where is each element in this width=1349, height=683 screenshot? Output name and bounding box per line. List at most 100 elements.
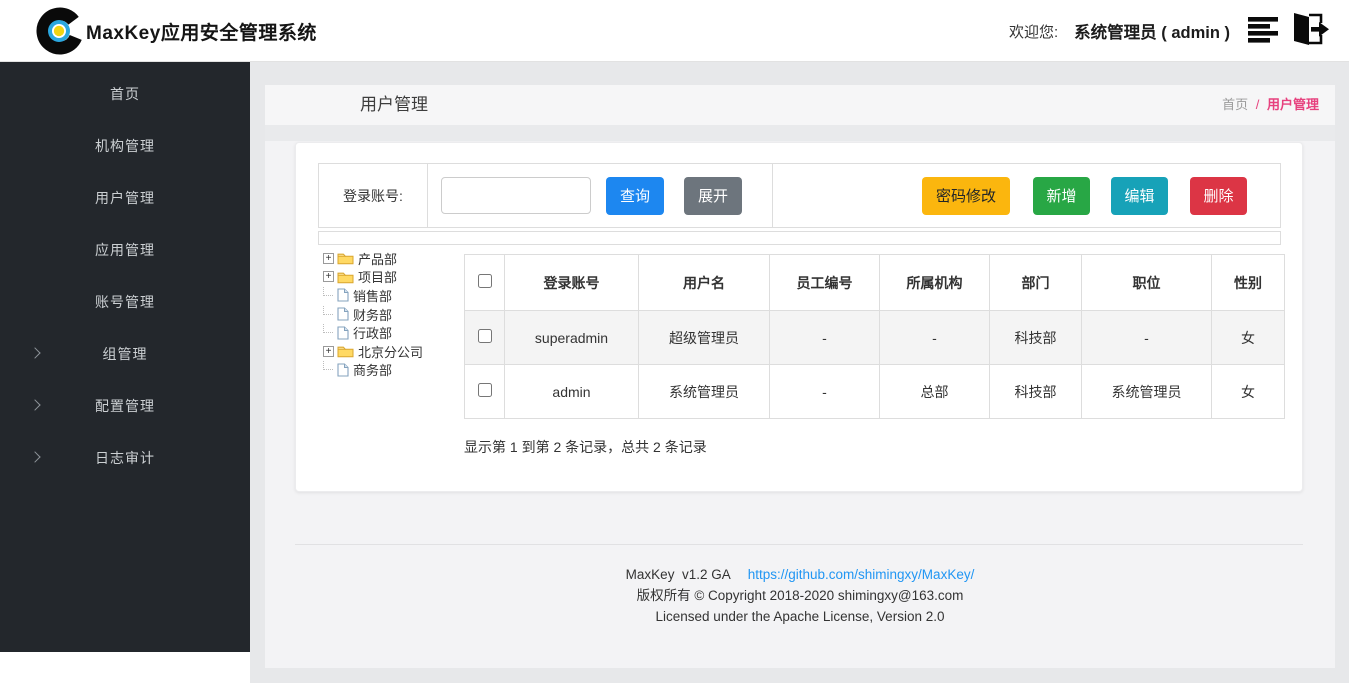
- cell-username: 系统管理员: [639, 365, 770, 419]
- tree-node[interactable]: +: [323, 268, 461, 287]
- sidebar-item[interactable]: 用户管理: [0, 172, 250, 224]
- tree-node[interactable]: +: [323, 323, 461, 342]
- cell-department: 科技部: [990, 365, 1082, 419]
- header-gap-band: [265, 125, 1335, 141]
- breadcrumb: 首页 / 用户管理: [1222, 85, 1319, 125]
- footer-divider: [295, 544, 1303, 545]
- org-tree: +: [323, 249, 461, 379]
- footer-copyright: 版权所有 © Copyright 2018-2020 shimingxy@163…: [265, 585, 1335, 606]
- sidebar-item-label: 用户管理: [95, 188, 155, 208]
- select-all-cell: [465, 255, 505, 311]
- sidebar-item[interactable]: 账号管理: [0, 276, 250, 328]
- tree-node-label: 北京分公司: [358, 342, 423, 361]
- table-row[interactable]: superadmin 超级管理员 - - 科技部 - 女: [465, 311, 1285, 365]
- brand: MaxKey应用安全管理系统: [36, 7, 317, 55]
- search-controls: 查询 展开: [428, 164, 773, 227]
- col-employee-no: 员工编号: [770, 255, 880, 311]
- document-icon: [337, 288, 349, 302]
- sidebar-item-label: 账号管理: [95, 292, 155, 312]
- folder-icon: [337, 344, 354, 358]
- content-wrapper: 用户管理 首页 / 用户管理 登录账号: 查询 展开: [265, 85, 1335, 668]
- tree-node[interactable]: +: [323, 361, 461, 380]
- search-form: 登录账号: 查询 展开 密码修改 新增 编辑 删除: [318, 163, 1281, 228]
- breadcrumb-home-link[interactable]: 首页: [1222, 97, 1248, 112]
- page-title: 用户管理: [360, 85, 428, 125]
- footer-version: MaxKey v1.2 GA: [626, 567, 730, 582]
- cell-username: 超级管理员: [639, 311, 770, 365]
- sidebar-item[interactable]: 组管理: [0, 328, 250, 380]
- cell-gender: 女: [1212, 365, 1285, 419]
- tree-connector: [323, 287, 333, 296]
- password-change-button[interactable]: 密码修改: [922, 177, 1010, 215]
- tree-node[interactable]: +: [323, 286, 461, 305]
- users-table: 登录账号 用户名 员工编号 所属机构 部门 职位 性别: [464, 254, 1285, 419]
- menu-list-icon[interactable]: [1248, 14, 1284, 49]
- sidebar-item[interactable]: 首页: [0, 68, 250, 120]
- document-icon: [337, 363, 349, 377]
- row-checkbox[interactable]: [478, 329, 492, 343]
- login-account-input[interactable]: [441, 177, 591, 214]
- cell-organization: -: [880, 311, 990, 365]
- expand-plus-icon[interactable]: +: [323, 271, 334, 282]
- row-checkbox[interactable]: [478, 383, 492, 397]
- tree-node-label: 商务部: [353, 360, 392, 379]
- document-icon: [337, 326, 349, 340]
- sidebar-item[interactable]: 机构管理: [0, 120, 250, 172]
- cell-employee-no: -: [770, 365, 880, 419]
- chevron-right-icon: [29, 451, 40, 462]
- record-summary: 显示第 1 到第 2 条记录，总共 2 条记录: [464, 437, 707, 457]
- page-footer: MaxKey v1.2 GA https://github.com/shimin…: [265, 564, 1335, 627]
- sidebar-item-label: 配置管理: [95, 396, 155, 416]
- sidebar-item-label: 首页: [110, 84, 140, 104]
- folder-icon: [337, 270, 354, 284]
- footer-license: Licensed under the Apache License, Versi…: [265, 606, 1335, 627]
- tree-node-label: 产品部: [358, 249, 397, 268]
- row-select-cell: [465, 311, 505, 365]
- cell-position: 系统管理员: [1082, 365, 1212, 419]
- folder-icon: [337, 251, 354, 265]
- expand-button[interactable]: 展开: [684, 177, 742, 215]
- col-organization: 所属机构: [880, 255, 990, 311]
- app-window: MaxKey应用安全管理系统 欢迎您: 系统管理员 ( admin ): [0, 0, 1349, 683]
- current-user: 系统管理员 ( admin ): [1074, 19, 1230, 43]
- expand-plus-icon[interactable]: +: [323, 253, 334, 264]
- tree-node[interactable]: +: [323, 249, 461, 268]
- cell-gender: 女: [1212, 311, 1285, 365]
- top-header: MaxKey应用安全管理系统 欢迎您: 系统管理员 ( admin ): [0, 0, 1349, 62]
- add-button[interactable]: 新增: [1033, 177, 1090, 215]
- tree-connector: [323, 361, 333, 370]
- breadcrumb-separator: /: [1256, 97, 1260, 112]
- cell-department: 科技部: [990, 311, 1082, 365]
- cell-login-account: admin: [505, 365, 639, 419]
- table-toolbar-strip: [318, 231, 1281, 245]
- expand-plus-icon[interactable]: +: [323, 346, 334, 357]
- sidebar-item[interactable]: 应用管理: [0, 224, 250, 276]
- footer-github-link[interactable]: https://github.com/shimingxy/MaxKey/: [748, 567, 975, 582]
- sidebar-item[interactable]: 配置管理: [0, 380, 250, 432]
- cell-login-account: superadmin: [505, 311, 639, 365]
- cell-employee-no: -: [770, 311, 880, 365]
- tree-connector: [323, 306, 333, 315]
- tree-node[interactable]: +: [323, 342, 461, 361]
- maxkey-logo-icon: [36, 7, 84, 55]
- sidebar-item[interactable]: 日志审计: [0, 432, 250, 484]
- table-header-row: 登录账号 用户名 员工编号 所属机构 部门 职位 性别: [465, 255, 1285, 311]
- col-username: 用户名: [639, 255, 770, 311]
- select-all-checkbox[interactable]: [478, 274, 492, 288]
- table-row[interactable]: admin 系统管理员 - 总部 科技部 系统管理员 女: [465, 365, 1285, 419]
- tree-node[interactable]: +: [323, 305, 461, 324]
- main-card: 登录账号: 查询 展开 密码修改 新增 编辑 删除: [295, 142, 1303, 492]
- welcome-label: 欢迎您:: [1009, 21, 1058, 42]
- delete-button[interactable]: 删除: [1190, 177, 1247, 215]
- sidebar-item-label: 组管理: [103, 344, 148, 364]
- logout-icon[interactable]: [1288, 12, 1330, 51]
- edit-button[interactable]: 编辑: [1111, 177, 1168, 215]
- chevron-right-icon: [29, 399, 40, 410]
- sidebar-item-label: 应用管理: [95, 240, 155, 260]
- action-buttons: 密码修改 新增 编辑 删除: [773, 164, 1280, 227]
- sidebar-item-label: 日志审计: [95, 448, 155, 468]
- top-right-controls: 欢迎您: 系统管理员 ( admin ): [1009, 0, 1330, 62]
- chevron-right-icon: [29, 347, 40, 358]
- sidebar-nav: 首页 机构管理 用户管理 应用管理 账号管理: [0, 62, 250, 652]
- query-button[interactable]: 查询: [606, 177, 664, 215]
